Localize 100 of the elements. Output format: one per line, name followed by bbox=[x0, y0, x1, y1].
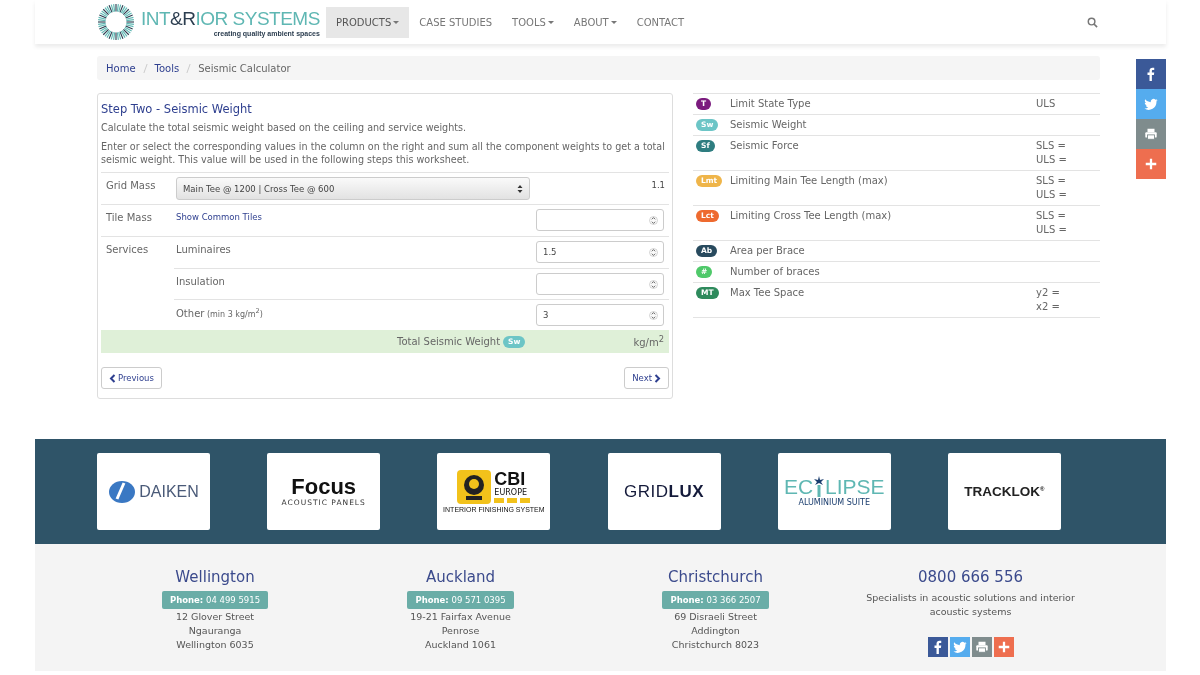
show-tiles-link[interactable]: Show Common Tiles bbox=[176, 212, 536, 222]
partner-logo-card[interactable]: TRACKLOK$^{®}$ bbox=[947, 453, 1061, 530]
address-line: Christchurch 8023 bbox=[671, 638, 760, 652]
address-line: 69 Disraeli Street bbox=[674, 610, 757, 624]
share-button[interactable] bbox=[993, 637, 1014, 657]
plus-icon bbox=[996, 640, 1011, 654]
print-icon bbox=[1144, 127, 1158, 141]
nav-link[interactable]: CONTACT bbox=[626, 6, 695, 38]
chevron-left-icon bbox=[109, 373, 116, 383]
field-label: Luminaires bbox=[175, 243, 232, 255]
bird-icon bbox=[1144, 97, 1158, 111]
chevron-right-icon bbox=[654, 373, 661, 383]
brand-name: DAIKEN bbox=[139, 482, 199, 501]
breadcrumb-link[interactable]: Tools bbox=[154, 62, 180, 74]
result-label: Seismic Force bbox=[730, 139, 800, 153]
stripe-bars-icon bbox=[494, 498, 531, 503]
lion-icon bbox=[457, 470, 492, 504]
breadcrumb-link[interactable]: Home bbox=[106, 62, 136, 74]
print-button[interactable] bbox=[1136, 119, 1166, 149]
number-field[interactable] bbox=[536, 209, 664, 231]
nav-link[interactable]: TOOLS bbox=[502, 6, 564, 38]
tagline-text: Specialists in acoustic solutions and interior acoustic systems bbox=[865, 591, 1076, 619]
number-field[interactable]: 1.5 bbox=[536, 241, 664, 263]
result-label: Max Tee Space bbox=[730, 286, 806, 300]
result-label: Area per Brace bbox=[730, 244, 806, 258]
phone-badge: Phone: 09 571 0395 bbox=[407, 591, 514, 609]
field-label: Insulation bbox=[175, 275, 226, 287]
result-value: ULS = bbox=[1036, 223, 1068, 237]
caret-icon bbox=[547, 20, 554, 24]
next-button[interactable]: Next bbox=[624, 367, 669, 389]
facebook-button[interactable] bbox=[927, 637, 948, 657]
share-button[interactable] bbox=[1136, 149, 1166, 179]
result-value: ULS = bbox=[1036, 188, 1068, 202]
result-value: 1.1 bbox=[650, 179, 666, 190]
previous-button[interactable]: Previous bbox=[101, 367, 162, 389]
city-heading: Christchurch bbox=[668, 568, 763, 586]
breadcrumb-current: Seismic Calculator bbox=[198, 62, 291, 74]
field-label: Tile Mass bbox=[105, 211, 153, 225]
print-button[interactable] bbox=[971, 637, 992, 657]
sort-arrows-icon bbox=[517, 183, 523, 194]
address-line: Auckland 1061 bbox=[425, 638, 496, 652]
result-value: SLS = bbox=[1036, 139, 1067, 153]
bird-icon bbox=[952, 640, 967, 654]
phone-badge: Phone: 03 366 2507 bbox=[662, 591, 769, 609]
caret-icon bbox=[393, 20, 400, 24]
spinner-icon bbox=[649, 278, 658, 291]
brand-name: CBI bbox=[494, 471, 526, 488]
address-line: Ngauranga bbox=[188, 624, 242, 638]
result-value: SLS = bbox=[1036, 209, 1067, 223]
address-line: Addington bbox=[691, 624, 740, 638]
phone-badge: Phone: 04 499 5915 bbox=[161, 591, 269, 609]
brand-name: Focus bbox=[291, 476, 357, 498]
city-heading: Auckland bbox=[425, 568, 496, 586]
swoosh-icon bbox=[108, 478, 137, 505]
brand-name: GRIDLUX bbox=[624, 481, 705, 502]
partner-logo-card[interactable]: GRIDLUX bbox=[607, 453, 721, 530]
brand-name: EC bbox=[783, 476, 814, 498]
nav-link[interactable]: CASE STUDIES bbox=[409, 6, 503, 38]
result-label: Seismic Weight bbox=[730, 118, 808, 132]
nav-link[interactable]: PRODUCTS bbox=[326, 6, 410, 38]
field-label: Services bbox=[105, 243, 150, 257]
phone-number: 0800 666 556 bbox=[918, 568, 1023, 586]
result-value: ULS = bbox=[1036, 153, 1068, 167]
brand-name: TRACKLOK$^{®}$ bbox=[964, 484, 1045, 499]
field-label: Grid Mass bbox=[105, 179, 157, 193]
result-label: Limit State Type bbox=[730, 97, 812, 111]
address-line: Penrose bbox=[441, 624, 480, 638]
logo-mark-icon bbox=[97, 3, 135, 41]
intro-text: Calculate the total seismic weight based on the ceiling and service weights. bbox=[101, 121, 468, 134]
result-value: x2 = bbox=[1036, 300, 1061, 314]
plus-icon bbox=[1144, 157, 1158, 171]
partner-logo-card[interactable]: DAIKEN bbox=[97, 453, 210, 530]
grid-mass-select[interactable]: Main Tee @ 1200 | Cross Tee @ 600 bbox=[176, 177, 530, 200]
result-value: y2 = bbox=[1036, 286, 1061, 300]
logo-wordmark[interactable]: INT&RIOR SYSTEMS bbox=[141, 7, 320, 30]
nav-link[interactable]: ABOUT bbox=[563, 6, 627, 38]
print-icon bbox=[974, 640, 989, 654]
address-line: Wellington 6035 bbox=[176, 638, 254, 652]
star-icon bbox=[814, 476, 825, 498]
unit-label: kg/m$^{2}$ bbox=[633, 334, 664, 349]
spinner-icon bbox=[649, 246, 658, 259]
result-label: Number of braces bbox=[730, 265, 821, 279]
number-field[interactable] bbox=[536, 273, 664, 295]
brand-tagline: ALUMINIUM SUITE bbox=[798, 498, 870, 507]
result-value: ULS bbox=[1036, 97, 1057, 111]
total-label: Total Seismic Weight bbox=[397, 336, 501, 347]
result-value: SLS = bbox=[1036, 174, 1067, 188]
caret-icon bbox=[610, 20, 617, 24]
step-title: Step Two - Seismic Weight bbox=[101, 102, 253, 116]
spinner-icon bbox=[649, 309, 658, 322]
field-label: Other (min 3 kg/m$^{2}$) bbox=[175, 306, 264, 319]
facebook-button[interactable] bbox=[1136, 59, 1166, 89]
city-heading: Wellington bbox=[175, 568, 255, 586]
brand-name: LIPSE bbox=[825, 476, 885, 498]
result-label: Limiting Main Tee Length (max) bbox=[730, 174, 889, 188]
address-line: 19-21 Fairfax Avenue bbox=[410, 610, 511, 624]
number-field[interactable]: 3 bbox=[536, 304, 664, 326]
partner-logo-card[interactable]: EC LIPSE ALUMINIUM SUITE bbox=[777, 453, 891, 530]
address-line: 12 Glover Street bbox=[175, 610, 255, 624]
brand-subname: EUROPE bbox=[494, 488, 528, 498]
